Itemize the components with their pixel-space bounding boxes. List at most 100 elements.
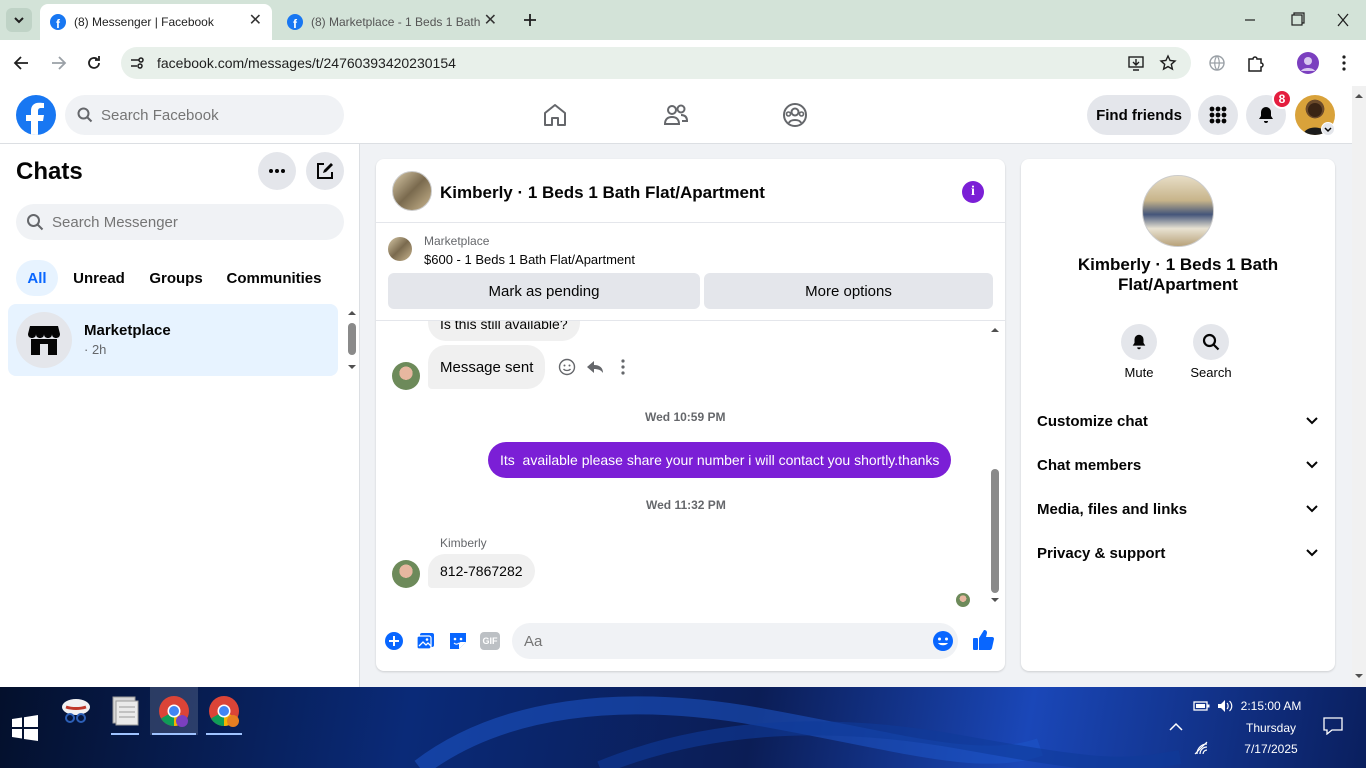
chat-meta: · 2h bbox=[84, 342, 107, 357]
extensions-button[interactable] bbox=[1245, 53, 1265, 73]
listing-thumbnail-small bbox=[388, 237, 412, 261]
conversation-panel: Kimberly · 1 Beds 1 Bath Flat/Apartment … bbox=[376, 159, 1005, 671]
address-bar[interactable]: facebook.com/messages/t/2476039342023015… bbox=[121, 47, 1191, 79]
customize-chat-section[interactable]: Customize chat bbox=[1037, 401, 1319, 441]
messenger-search-box[interactable] bbox=[16, 204, 344, 240]
scroll-arrows-icon bbox=[1355, 94, 1363, 678]
close-tab-icon[interactable]: ✕ bbox=[484, 13, 497, 29]
section-label: Privacy & support bbox=[1037, 544, 1166, 562]
folder-icon bbox=[112, 696, 139, 726]
home-nav-button[interactable] bbox=[541, 101, 569, 129]
network-icon[interactable] bbox=[1194, 741, 1210, 755]
compose-icon bbox=[317, 163, 333, 179]
chat-members-section[interactable]: Chat members bbox=[1037, 445, 1319, 485]
more-options-button[interactable]: More options bbox=[704, 273, 993, 309]
gif-button[interactable]: GIF bbox=[480, 632, 500, 650]
chat-list-scrollbar[interactable] bbox=[345, 307, 359, 373]
restore-window-button[interactable] bbox=[1287, 12, 1307, 28]
facebook-search-box[interactable] bbox=[65, 95, 344, 135]
page-scrollbar[interactable] bbox=[1352, 86, 1366, 687]
sender-avatar bbox=[392, 362, 420, 390]
snipping-tool-taskbar-icon[interactable] bbox=[58, 693, 94, 729]
tab-title: (8) Messenger | Facebook bbox=[74, 15, 214, 29]
reload-button[interactable] bbox=[84, 53, 104, 73]
friends-nav-button[interactable] bbox=[662, 101, 690, 129]
windows-logo-icon bbox=[12, 715, 38, 741]
profile-name: Kimberly · 1 Beds 1 Bath Flat/Apartment bbox=[1077, 255, 1279, 294]
reply-icon[interactable] bbox=[586, 358, 604, 376]
listing-thumbnail[interactable] bbox=[392, 171, 432, 211]
thread-scrollbar[interactable] bbox=[989, 323, 1001, 609]
file-explorer-taskbar-icon[interactable] bbox=[107, 693, 143, 735]
mark-as-pending-button[interactable]: Mark as pending bbox=[388, 273, 700, 309]
filter-groups[interactable]: Groups bbox=[142, 260, 210, 296]
facebook-search-input[interactable] bbox=[101, 106, 331, 124]
minimize-window-button[interactable] bbox=[1240, 12, 1260, 28]
react-emoji-icon[interactable] bbox=[558, 358, 576, 376]
bookmark-star-icon[interactable] bbox=[1159, 54, 1177, 72]
new-tab-button[interactable] bbox=[520, 10, 540, 30]
install-app-icon[interactable] bbox=[1127, 54, 1145, 72]
listing-title[interactable]: $600 - 1 Beds 1 Bath Flat/Apartment bbox=[424, 252, 635, 267]
arrow-left-icon bbox=[13, 56, 28, 70]
groups-icon bbox=[783, 103, 807, 127]
section-label: Chat members bbox=[1037, 456, 1142, 474]
show-hidden-icons-button[interactable] bbox=[1168, 721, 1184, 733]
close-tab-icon[interactable]: ✕ bbox=[249, 13, 262, 29]
chat-options-button[interactable] bbox=[258, 152, 296, 190]
forward-button[interactable] bbox=[48, 53, 68, 73]
filter-all[interactable]: All bbox=[16, 260, 58, 296]
site-info-icon[interactable] bbox=[129, 55, 145, 71]
plus-circle-icon[interactable] bbox=[384, 631, 404, 651]
clock-time[interactable]: 2:15:00 AM bbox=[1238, 699, 1304, 713]
chrome-profile-m-taskbar-icon[interactable] bbox=[200, 687, 248, 735]
notification-badge: 8 bbox=[1272, 89, 1292, 109]
mute-label: Mute bbox=[1124, 365, 1154, 380]
thumbs-up-icon[interactable] bbox=[972, 629, 994, 651]
find-friends-button[interactable]: Find friends bbox=[1087, 95, 1191, 135]
sticker-icon[interactable] bbox=[448, 631, 468, 651]
composer-bar: GIF bbox=[376, 617, 1005, 667]
privacy-support-section[interactable]: Privacy & support bbox=[1037, 533, 1319, 573]
battery-icon[interactable] bbox=[1193, 700, 1211, 712]
menu-button[interactable] bbox=[1198, 95, 1238, 135]
message-bubble-sent: Its available please share your number i… bbox=[488, 442, 952, 478]
message-composer[interactable] bbox=[512, 623, 958, 659]
messenger-search-input[interactable] bbox=[52, 213, 332, 231]
translate-button[interactable] bbox=[1208, 54, 1226, 72]
message-input[interactable] bbox=[524, 632, 904, 650]
windows-taskbar: 2:15:00 AM Thursday 7/17/2025 bbox=[0, 687, 1366, 768]
tab-marketplace[interactable]: f (8) Marketplace - 1 Beds 1 Bath ✕ bbox=[277, 4, 507, 40]
volume-icon[interactable] bbox=[1216, 698, 1234, 714]
chrome-taskbar-icon[interactable] bbox=[150, 687, 198, 735]
filter-unread[interactable]: Unread bbox=[66, 260, 132, 296]
facebook-logo[interactable] bbox=[16, 95, 56, 135]
tab-messenger[interactable]: f (8) Messenger | Facebook ✕ bbox=[40, 4, 272, 40]
groups-nav-button[interactable] bbox=[781, 101, 809, 129]
emoji-icon[interactable] bbox=[932, 630, 954, 652]
notification-center-button[interactable] bbox=[1323, 717, 1343, 735]
photo-icon[interactable] bbox=[416, 631, 436, 651]
media-files-links-section[interactable]: Media, files and links bbox=[1037, 489, 1319, 529]
close-window-button[interactable] bbox=[1333, 12, 1353, 28]
profile-button[interactable] bbox=[1297, 52, 1319, 74]
chat-list-item[interactable]: Marketplace · 2h bbox=[8, 304, 338, 376]
back-button[interactable] bbox=[12, 53, 32, 73]
read-receipt-avatar bbox=[956, 593, 970, 607]
conversation-info-button[interactable]: i bbox=[962, 181, 984, 203]
filter-communities[interactable]: Communities bbox=[220, 260, 328, 296]
start-button[interactable] bbox=[12, 715, 38, 741]
mute-button[interactable] bbox=[1121, 324, 1157, 360]
clock-day[interactable]: Thursday bbox=[1238, 721, 1304, 735]
profile-photo[interactable] bbox=[1142, 175, 1214, 247]
browser-menu-button[interactable] bbox=[1334, 53, 1354, 73]
scissors-icon bbox=[62, 699, 90, 723]
clock-date[interactable]: 7/17/2025 bbox=[1238, 742, 1304, 756]
bell-icon bbox=[1132, 334, 1146, 350]
new-message-button[interactable] bbox=[306, 152, 344, 190]
more-vertical-icon[interactable] bbox=[614, 358, 632, 376]
search-conversation-button[interactable] bbox=[1193, 324, 1229, 360]
conversation-title[interactable]: Kimberly · 1 Beds 1 Bath Flat/Apartment bbox=[440, 183, 765, 203]
tab-list-dropdown-button[interactable] bbox=[6, 8, 32, 32]
account-chevron-icon[interactable] bbox=[1321, 122, 1335, 136]
